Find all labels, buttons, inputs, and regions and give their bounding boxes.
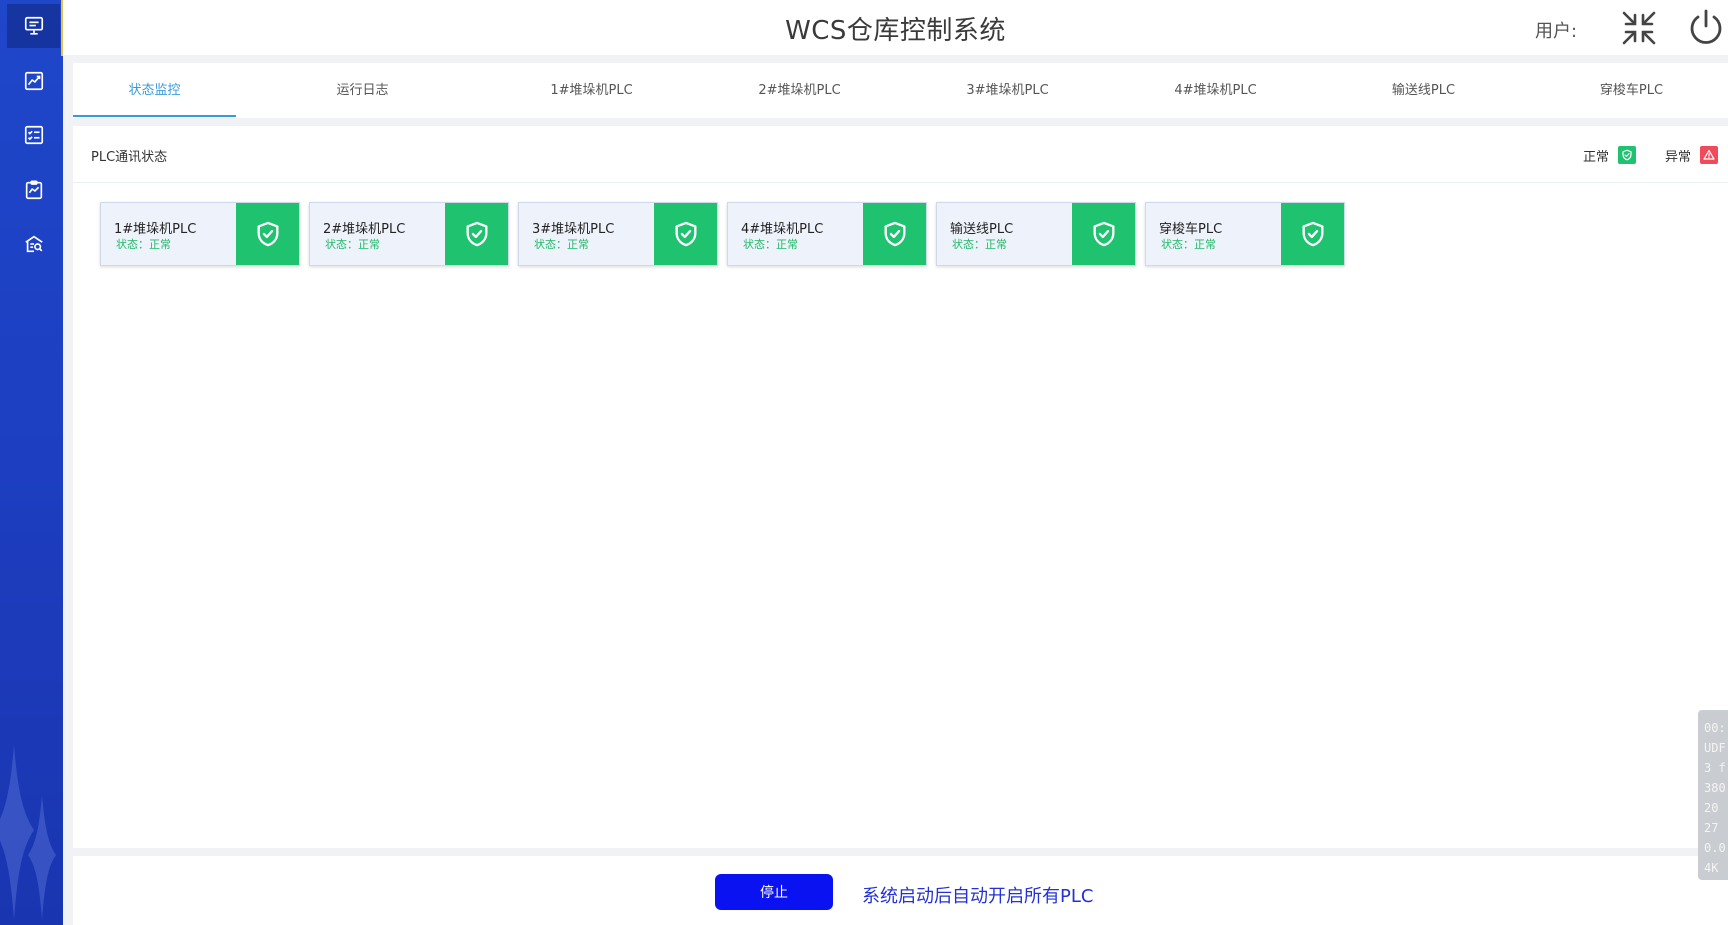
user-label: 用户: bbox=[1535, 21, 1578, 42]
clipboard-chart-icon bbox=[25, 180, 42, 200]
plc-card-status-box bbox=[654, 203, 717, 265]
plc-card-status-box bbox=[236, 203, 299, 265]
plc-card-name: 2#堆垛机PLC bbox=[323, 222, 406, 237]
tab-shuttle[interactable]: 穿梭车PLC bbox=[1550, 63, 1713, 118]
overlay-line: 380 bbox=[1704, 781, 1726, 795]
plc-card-stacker-1[interactable]: 1#堆垛机PLC 状态：正常 bbox=[100, 202, 300, 266]
tab-run-log[interactable]: 运行日志 bbox=[281, 63, 444, 118]
plc-card-stacker-3[interactable]: 3#堆垛机PLC 状态：正常 bbox=[518, 202, 718, 266]
power-icon bbox=[1690, 9, 1722, 44]
footer-note: 系统启动后自动开启所有PLC bbox=[862, 886, 1094, 907]
plc-card-status: 状态：正常 bbox=[325, 238, 380, 251]
tab-stacker-1[interactable]: 1#堆垛机PLC bbox=[510, 63, 673, 118]
header: WCS仓库控制系统 用户: bbox=[63, 0, 1728, 55]
shield-check-icon bbox=[466, 221, 487, 247]
sidebar-decoration bbox=[0, 745, 56, 920]
overlay-line: 00: bbox=[1704, 721, 1726, 735]
tab-stacker-4[interactable]: 4#堆垛机PLC bbox=[1134, 63, 1297, 118]
shield-check-icon bbox=[257, 221, 278, 247]
shield-check-icon bbox=[1302, 221, 1323, 247]
active-tab-indicator bbox=[73, 115, 236, 117]
plc-card-status: 状态：正常 bbox=[1161, 238, 1216, 251]
overlay-line: 4K bbox=[1704, 861, 1719, 875]
sidebar bbox=[0, 0, 63, 925]
collapse-arrows-icon bbox=[1622, 11, 1656, 45]
legend-normal-label: 正常 bbox=[1583, 150, 1610, 165]
warehouse-search-icon bbox=[24, 235, 43, 253]
chart-icon bbox=[24, 71, 43, 91]
plc-card-shuttle[interactable]: 穿梭车PLC 状态：正常 bbox=[1145, 202, 1345, 266]
plc-card-name: 1#堆垛机PLC bbox=[114, 222, 197, 237]
collapse-button[interactable] bbox=[1620, 9, 1658, 47]
shield-check-icon bbox=[675, 221, 696, 247]
plc-card-name: 穿梭车PLC bbox=[1159, 222, 1223, 237]
plc-card-stacker-2[interactable]: 2#堆垛机PLC 状态：正常 bbox=[309, 202, 509, 266]
shield-check-icon bbox=[1093, 221, 1114, 247]
plc-status-panel: PLC通讯状态 正常 异常 1#堆垛机PLC 状态：正常 2#堆垛机PLC 状态… bbox=[73, 126, 1728, 848]
tab-stacker-3[interactable]: 3#堆垛机PLC bbox=[926, 63, 1089, 118]
plc-card-status-box bbox=[1072, 203, 1135, 265]
legend-abnormal-box bbox=[1700, 146, 1718, 164]
legend-abnormal-label: 异常 bbox=[1665, 150, 1692, 165]
tab-status-monitor[interactable]: 状态监控 bbox=[73, 63, 236, 118]
plc-card-status-box bbox=[1281, 203, 1344, 265]
sidebar-item-warehouse[interactable] bbox=[7, 222, 60, 266]
overlay-line: UDF bbox=[1704, 741, 1726, 755]
overlay-line: 20 bbox=[1704, 801, 1719, 815]
checklist-icon bbox=[24, 125, 43, 145]
power-button[interactable] bbox=[1687, 8, 1725, 46]
plc-card-status: 状态：正常 bbox=[116, 238, 171, 251]
footer-bar: 停止 系统启动后自动开启所有PLC bbox=[73, 856, 1728, 925]
sidebar-item-report[interactable] bbox=[7, 168, 60, 212]
plc-card-name: 输送线PLC bbox=[950, 222, 1014, 237]
tab-bar: 状态监控 运行日志 1#堆垛机PLC 2#堆垛机PLC 3#堆垛机PLC 4#堆… bbox=[73, 63, 1728, 118]
plc-card-stacker-4[interactable]: 4#堆垛机PLC 状态：正常 bbox=[727, 202, 927, 266]
warning-triangle-icon bbox=[1703, 149, 1715, 160]
stats-overlay: 00: UDF 3 f 380 20 27 0.0 4K bbox=[1698, 710, 1728, 880]
sidebar-item-chart[interactable] bbox=[7, 59, 60, 103]
shield-check-icon bbox=[1622, 149, 1632, 161]
plc-card-status: 状态：正常 bbox=[743, 238, 798, 251]
legend-normal-box bbox=[1618, 146, 1636, 164]
page-title: WCS仓库控制系统 bbox=[785, 16, 1006, 46]
plc-card-name: 3#堆垛机PLC bbox=[532, 222, 615, 237]
tab-conveyor[interactable]: 输送线PLC bbox=[1342, 63, 1505, 118]
overlay-line: 3 f bbox=[1704, 761, 1726, 775]
plc-card-name: 4#堆垛机PLC bbox=[741, 222, 824, 237]
shield-check-icon bbox=[884, 221, 905, 247]
plc-card-conveyor[interactable]: 输送线PLC 状态：正常 bbox=[936, 202, 1136, 266]
panel-header: PLC通讯状态 正常 异常 bbox=[73, 126, 1728, 183]
plc-card-status: 状态：正常 bbox=[952, 238, 1007, 251]
overlay-line: 27 bbox=[1704, 821, 1719, 835]
plc-card-status-box bbox=[863, 203, 926, 265]
stop-button[interactable]: 停止 bbox=[715, 874, 833, 910]
sidebar-item-monitor[interactable] bbox=[7, 4, 60, 48]
sidebar-item-checklist[interactable] bbox=[7, 113, 60, 157]
tab-stacker-2[interactable]: 2#堆垛机PLC bbox=[718, 63, 881, 118]
overlay-line: 0.0 bbox=[1704, 841, 1726, 855]
plc-card-status: 状态：正常 bbox=[534, 238, 589, 251]
panel-title: PLC通讯状态 bbox=[91, 150, 168, 165]
monitor-icon bbox=[24, 16, 43, 35]
plc-card-status-box bbox=[445, 203, 508, 265]
